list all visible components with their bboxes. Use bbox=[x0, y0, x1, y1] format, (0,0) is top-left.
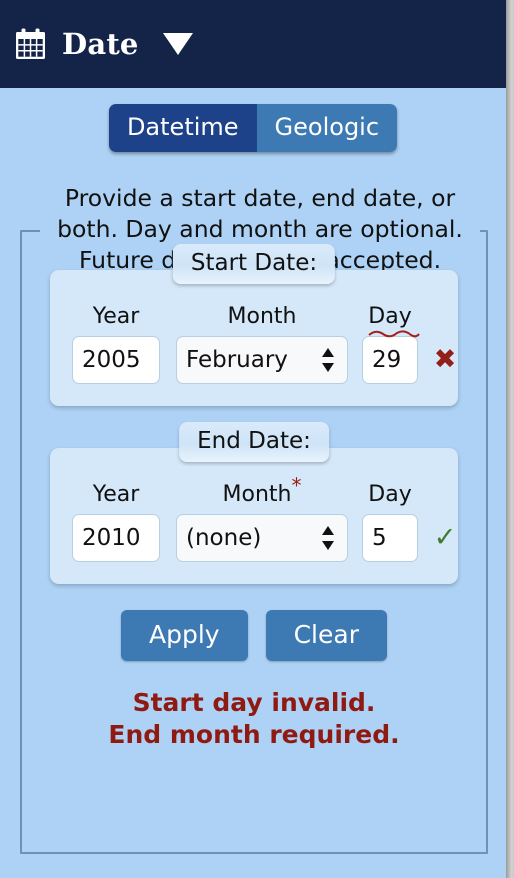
action-buttons: Apply Clear bbox=[22, 610, 486, 661]
calendar-icon bbox=[16, 28, 45, 59]
start-day-input[interactable] bbox=[362, 336, 418, 384]
end-month-label: Month* bbox=[222, 476, 302, 507]
chevron-down-icon[interactable] bbox=[162, 33, 193, 55]
clear-button[interactable]: Clear bbox=[265, 610, 387, 661]
end-month-label-text: Month bbox=[222, 482, 292, 507]
page-title: Date bbox=[62, 27, 139, 61]
end-year-field: Year bbox=[72, 482, 160, 562]
tab-datetime[interactable]: Datetime bbox=[108, 104, 257, 152]
error-line-1: Start day invalid. bbox=[132, 688, 376, 717]
end-date-valid-icon: ✓ bbox=[433, 522, 457, 553]
start-date-legend: Start Date: bbox=[172, 244, 336, 284]
start-day-label: Day bbox=[368, 304, 421, 338]
start-month-label: Month bbox=[227, 304, 297, 329]
window-edge-strip bbox=[506, 0, 514, 878]
end-year-input[interactable] bbox=[72, 514, 160, 562]
end-day-field: Day bbox=[362, 482, 418, 562]
date-filter-panel: Date Datetime Geologic Provide a start d… bbox=[0, 0, 506, 878]
end-date-legend: End Date: bbox=[179, 422, 329, 462]
start-day-field: Day bbox=[362, 304, 421, 384]
end-month-select[interactable]: (none) bbox=[176, 514, 348, 562]
validation-errors: Start day invalid. End month required. bbox=[22, 687, 486, 751]
start-day-label-text: Day bbox=[368, 304, 412, 329]
end-day-input[interactable] bbox=[362, 514, 418, 562]
start-year-field: Year bbox=[72, 304, 160, 384]
start-month-select[interactable]: February bbox=[176, 336, 348, 384]
start-year-label: Year bbox=[92, 304, 140, 329]
start-year-input[interactable] bbox=[72, 336, 160, 384]
spellcheck-squiggle-icon bbox=[368, 330, 421, 338]
end-month-field: Month* (none) bbox=[176, 476, 348, 562]
error-line-2: End month required. bbox=[108, 720, 400, 749]
tab-geologic[interactable]: Geologic bbox=[256, 104, 398, 152]
date-range-fieldset: Provide a start date, end date, or both.… bbox=[20, 183, 488, 854]
panel-body: Datetime Geologic Provide a start date, … bbox=[0, 88, 506, 878]
apply-button[interactable]: Apply bbox=[121, 610, 248, 661]
end-year-label: Year bbox=[92, 482, 140, 507]
end-date-section: End Date: Year Month* (none) bbox=[50, 422, 458, 584]
end-day-label: Day bbox=[368, 482, 412, 507]
start-month-field: Month February bbox=[176, 304, 348, 384]
panel-header: Date bbox=[0, 0, 506, 88]
required-asterisk-icon: * bbox=[291, 473, 302, 498]
start-date-section: Start Date: Year Month February bbox=[50, 244, 458, 406]
mode-tabs: Datetime Geologic bbox=[0, 88, 506, 152]
start-date-invalid-icon: ✖ bbox=[433, 344, 457, 375]
